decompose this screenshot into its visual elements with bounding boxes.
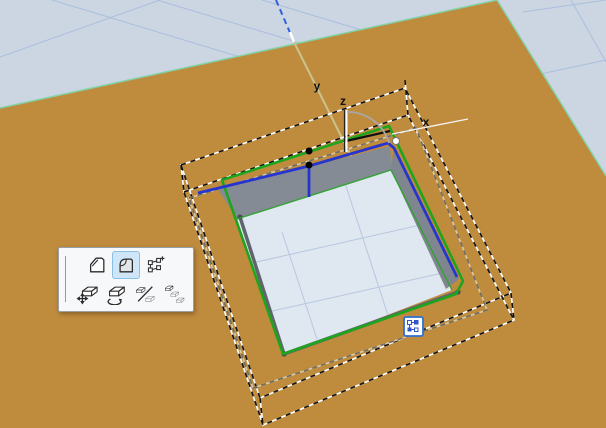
snap-point-circle [392,137,400,145]
move-node-button[interactable] [141,251,169,279]
multiply-button[interactable] [160,280,188,308]
axis-label-y: y [314,79,321,93]
offset-edge-button[interactable] [83,251,111,279]
axis-label-x: x [423,115,430,129]
offset-edge-icon [90,257,105,273]
model-canvas[interactable]: y z x [0,0,606,428]
palette-drag-handle[interactable] [65,256,66,302]
mirror-icon [136,286,155,302]
axis-label-z: z [340,94,346,108]
rotate-icon [107,286,125,305]
drag-button[interactable] [73,280,101,308]
multiply-icon [165,285,185,303]
mirror-button[interactable] [131,280,159,308]
cursor-mode-badge [403,316,424,337]
3d-viewport[interactable]: y z x [0,0,606,428]
pet-palette [58,247,194,312]
drag-handle-dot[interactable] [305,147,313,155]
offset-all-edges-button[interactable] [112,251,140,279]
drag-icon [76,286,98,305]
move-node-icon [147,256,165,273]
offset-all-edges-icon [119,258,133,273]
rotate-button[interactable] [102,280,130,308]
drag-handle-dot[interactable] [305,161,313,169]
